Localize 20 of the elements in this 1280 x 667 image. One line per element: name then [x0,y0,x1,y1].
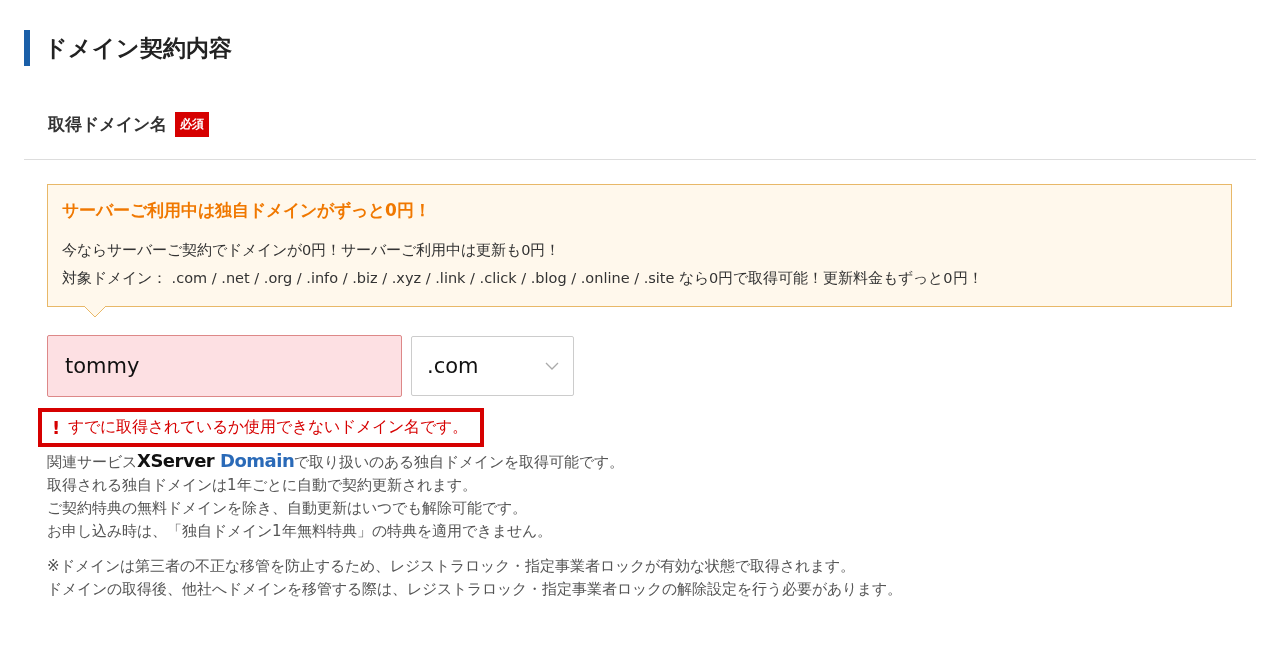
chevron-down-icon [545,362,559,370]
note-text: ※ドメインは第三者の不正な移管を防止するため、レジストラロック・指定事業者ロックが有効な状態で取得されます。 [47,556,856,577]
required-badge: 必須 [175,112,209,137]
notice-text: 対象ドメイン： .com / .net / .org / .info / .biz / .xyz / .link / .click / .blog / .online / .site なら0円で取得可能！更新料金もずっと0円！ [62,269,984,288]
field-label: 取得ドメイン名 [48,113,167,136]
accent-bar [24,30,30,66]
note-text: 関連サービス [47,452,137,473]
tld-dropdown[interactable]: .com [411,336,574,396]
warning-icon: ! [52,417,61,438]
error-message: すでに取得されているか使用できないドメイン名です。 [68,417,469,438]
note-text: 取得される独自ドメインは1年ごとに自動で契約更新されます。 [47,475,478,496]
service-logo: XServer Domain [137,449,295,472]
notice-title: サーバーご利用中は独自ドメインがずっと0円！ [62,199,432,222]
domain-input-field[interactable]: tommy [47,335,402,397]
note-text: ドメインの取得後、他社へドメインを移管する際は、レジストラロック・指定事業者ロックの解除設定を行う必要があります。 [47,579,903,600]
note-text: ご契約特典の無料ドメインを除き、自動更新はいつでも解除可能です。 [47,498,528,519]
section-title: ドメイン契約内容 [44,33,232,63]
notice-text: 今ならサーバーご契約でドメインが0円！サーバーご利用中は更新も0円！ [62,241,562,260]
note-text: お申し込み時は、「独自ドメイン1年無料特典」の特典を適用できません。 [47,521,553,542]
note-text: で取り扱いのある独自ドメインを取得可能です。 [294,452,625,473]
